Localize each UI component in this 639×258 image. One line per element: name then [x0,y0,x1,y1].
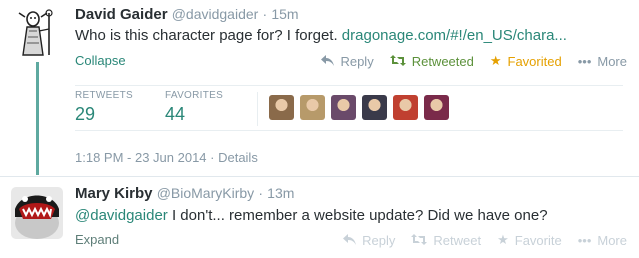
favorite-button[interactable]: ★ Favorite [497,232,562,248]
tweet-david-gaider: David Gaider @davidgaider · 15m Who is t… [0,0,639,176]
more-label: More [597,232,627,248]
favoriter-avatars [269,95,455,120]
separator-dot: · [258,185,263,201]
avatar[interactable] [11,187,63,239]
favoriter-avatar[interactable] [362,95,387,120]
favoriter-avatar[interactable] [424,95,449,120]
mention-link[interactable]: @davidgaider [75,207,168,224]
tweet-actions: Reply Retweeted ★ Favorited ••• More [305,53,627,69]
tweet-link[interactable]: dragonage.com/#!/en_US/chara... [342,27,567,44]
avatar[interactable] [11,7,63,59]
ellipsis-icon: ••• [577,232,592,248]
favoriter-avatar[interactable] [300,95,325,120]
retweet-icon [411,233,428,248]
retweet-icon [389,54,406,69]
retweets-stat[interactable]: RETWEETS 29 [75,90,133,125]
tweet-time[interactable]: 15m [271,6,298,22]
retweet-button[interactable]: Retweet [411,232,481,248]
retweet-button[interactable]: Retweeted [389,53,474,69]
author-fullname[interactable]: David Gaider [75,6,168,23]
collapse-link[interactable]: Collapse [75,53,126,68]
retweets-label: RETWEETS [75,90,133,101]
tweet-stats: RETWEETS 29 FAVORITES 44 [75,85,623,131]
retweet-label: Retweeted [411,53,474,69]
favorite-button[interactable]: ★ Favorited [490,53,562,69]
author-username[interactable]: @davidgaider [172,6,259,22]
favorites-stat[interactable]: FAVORITES 44 [165,90,223,125]
favorites-count: 44 [165,104,186,124]
favorites-label: FAVORITES [165,90,224,101]
favorite-label: Favorited [507,53,562,69]
favoriter-avatar[interactable] [393,95,418,120]
tweet-actions: Reply Retweet ★ Favorite ••• More [327,232,627,248]
tweet-text-body: Who is this character page for? I forget… [75,27,338,44]
tweet-time[interactable]: 13m [267,185,294,201]
favorite-label: Favorite [514,232,562,248]
expand-link[interactable]: Expand [75,232,119,247]
reply-button[interactable]: Reply [321,53,374,69]
more-button[interactable]: ••• More [578,53,627,69]
favoriter-avatar[interactable] [269,95,294,120]
reply-button[interactable]: Reply [343,232,395,248]
tweet-text: @davidgaider I don't... remember a websi… [75,207,548,224]
star-icon: ★ [497,232,509,247]
tweet-header: Mary Kirby @BioMaryKirby · 13m [75,185,294,202]
more-label: More [597,53,627,69]
tweet-text: Who is this character page for? I forget… [75,27,567,44]
tweet-header: David Gaider @davidgaider · 15m [75,6,299,23]
reply-label: Reply [362,232,396,248]
reply-label: Reply [340,53,374,69]
retweets-count: 29 [75,104,96,124]
tweet-timestamp[interactable]: 1:18 PM - 23 Jun 2014 · Details [75,150,258,165]
more-button[interactable]: ••• More [578,232,627,248]
favoriter-avatar[interactable] [331,95,356,120]
tweet-mary-kirby: Mary Kirby @BioMaryKirby · 13m @davidgai… [0,176,639,258]
reply-icon [321,54,335,69]
reply-icon [343,233,357,248]
author-fullname[interactable]: Mary Kirby [75,185,153,202]
ellipsis-icon: ••• [577,53,592,69]
tweet-text-body: I don't... remember a website update? Di… [167,207,548,224]
author-username[interactable]: @BioMaryKirby [157,185,254,201]
star-icon: ★ [489,53,502,68]
retweet-label: Retweet [433,232,482,248]
stats-divider [257,92,258,126]
separator-dot: · [262,6,268,22]
